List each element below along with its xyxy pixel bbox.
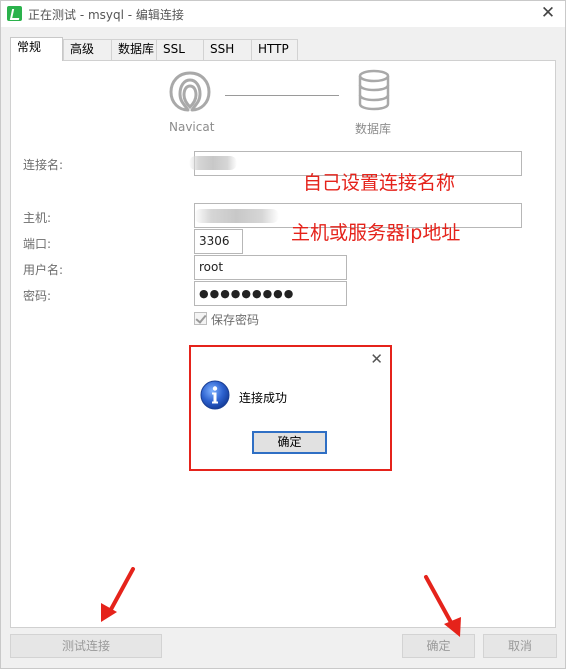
cancel-button[interactable]: 取消 xyxy=(483,634,557,658)
database-label: 数据库 xyxy=(355,122,392,136)
tab-database[interactable]: 数据库 xyxy=(111,39,158,60)
host-label: 主机: xyxy=(23,211,52,225)
red-arrow-to-test-button xyxy=(101,567,135,622)
username-label: 用户名: xyxy=(23,263,64,277)
connection-success-dialog: ✕ 连接成功 确定 xyxy=(189,345,392,471)
annotation-connection-name: 自己设置连接名称 xyxy=(303,172,456,194)
database-icon xyxy=(358,69,390,111)
dialog-ok-button[interactable]: 确定 xyxy=(252,431,327,454)
window-close-icon[interactable]: ✕ xyxy=(539,4,557,22)
dialog-close-icon[interactable]: ✕ xyxy=(370,349,383,369)
username-input[interactable]: root xyxy=(194,255,347,280)
redacted-host xyxy=(194,209,279,223)
redacted-connection-name xyxy=(189,156,237,170)
tab-ssl[interactable]: SSL xyxy=(156,39,204,60)
navicat-app-icon xyxy=(7,6,22,21)
port-input[interactable]: 3306 xyxy=(194,229,243,254)
general-tab-panel xyxy=(10,60,556,628)
password-label: 密码: xyxy=(23,289,52,303)
test-connection-button[interactable]: 测试连接 xyxy=(10,634,162,658)
edit-connection-window: 正在测试 - msyql - 编辑连接 ✕ 常规 高级 数据库 SSL SSH … xyxy=(0,0,566,669)
dialog-title-bar: ✕ xyxy=(191,347,390,371)
dialog-message: 连接成功 xyxy=(239,391,288,405)
connection-name-label: 连接名: xyxy=(23,158,64,172)
password-input[interactable]: ●●●●●●●●● xyxy=(194,281,347,306)
info-icon xyxy=(200,380,230,410)
title-bar: 正在测试 - msyql - 编辑连接 ✕ xyxy=(1,1,565,27)
red-arrow-to-ok-button xyxy=(424,575,461,637)
tab-http[interactable]: HTTP xyxy=(251,39,298,60)
port-label: 端口: xyxy=(23,237,52,251)
tab-ssh[interactable]: SSH xyxy=(203,39,252,60)
tab-advanced[interactable]: 高级 xyxy=(63,39,112,60)
connector-line xyxy=(225,95,339,96)
annotation-host: 主机或服务器ip地址 xyxy=(291,222,461,244)
navicat-label: Navicat xyxy=(169,120,215,134)
save-password-checkbox[interactable] xyxy=(194,312,207,325)
window-title: 正在测试 - msyql - 编辑连接 xyxy=(28,8,184,22)
tab-general[interactable]: 常规 xyxy=(10,37,63,61)
navicat-logo-icon xyxy=(169,71,211,112)
save-password-label: 保存密码 xyxy=(211,313,260,327)
